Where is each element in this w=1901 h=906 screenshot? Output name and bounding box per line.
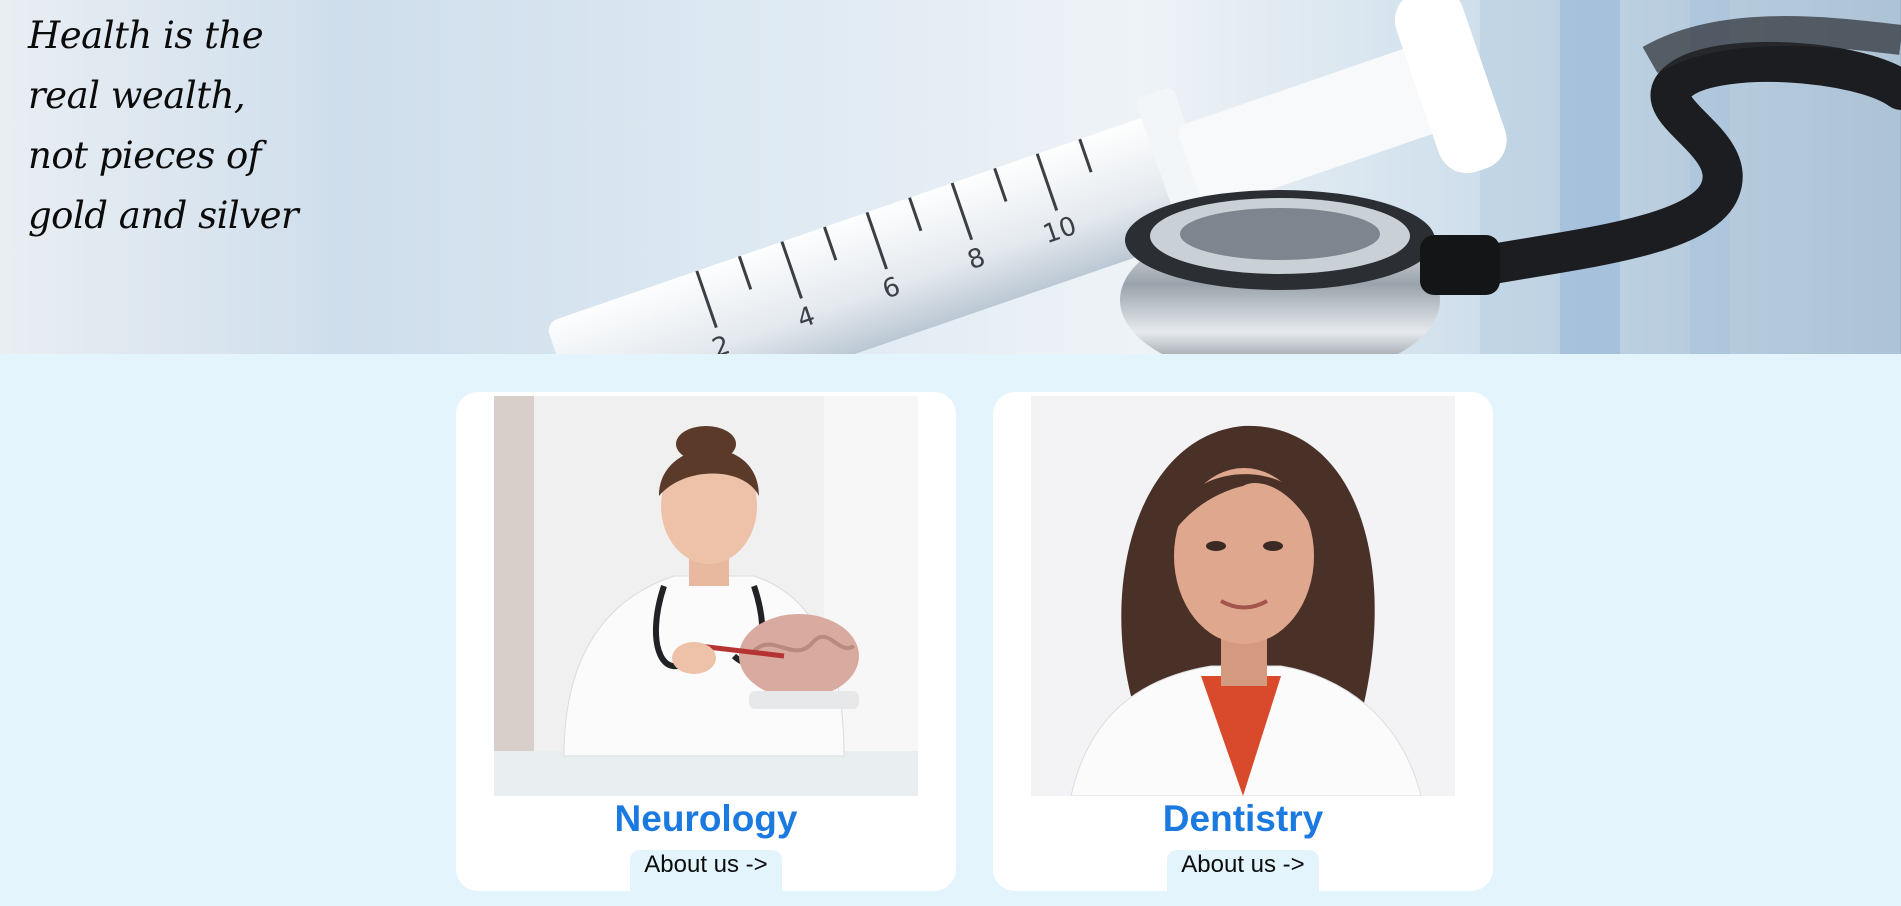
neurology-doctor-photo bbox=[494, 396, 918, 796]
specialty-card-dentistry[interactable]: Dentistry About us -> bbox=[993, 392, 1493, 891]
hero-quote: Health is the real wealth, not pieces of… bbox=[28, 6, 328, 246]
quote-line: Health is the bbox=[28, 14, 264, 57]
card-title: Dentistry bbox=[1162, 798, 1324, 839]
about-us-link-neurology[interactable]: About us -> bbox=[630, 850, 782, 891]
about-us-link-dentistry[interactable]: About us -> bbox=[1167, 850, 1319, 891]
specialty-card-neurology[interactable]: Neurology About us -> bbox=[456, 392, 956, 891]
quote-line: real wealth, bbox=[28, 74, 246, 117]
card-title: Neurology bbox=[614, 798, 798, 839]
quote-line: not pieces of bbox=[28, 134, 262, 177]
quote-line: gold and silver bbox=[28, 194, 299, 237]
dentistry-doctor-photo bbox=[1031, 396, 1455, 796]
hero-banner: 2 4 6 8 10 Health is the real wealth, no… bbox=[0, 0, 1901, 354]
